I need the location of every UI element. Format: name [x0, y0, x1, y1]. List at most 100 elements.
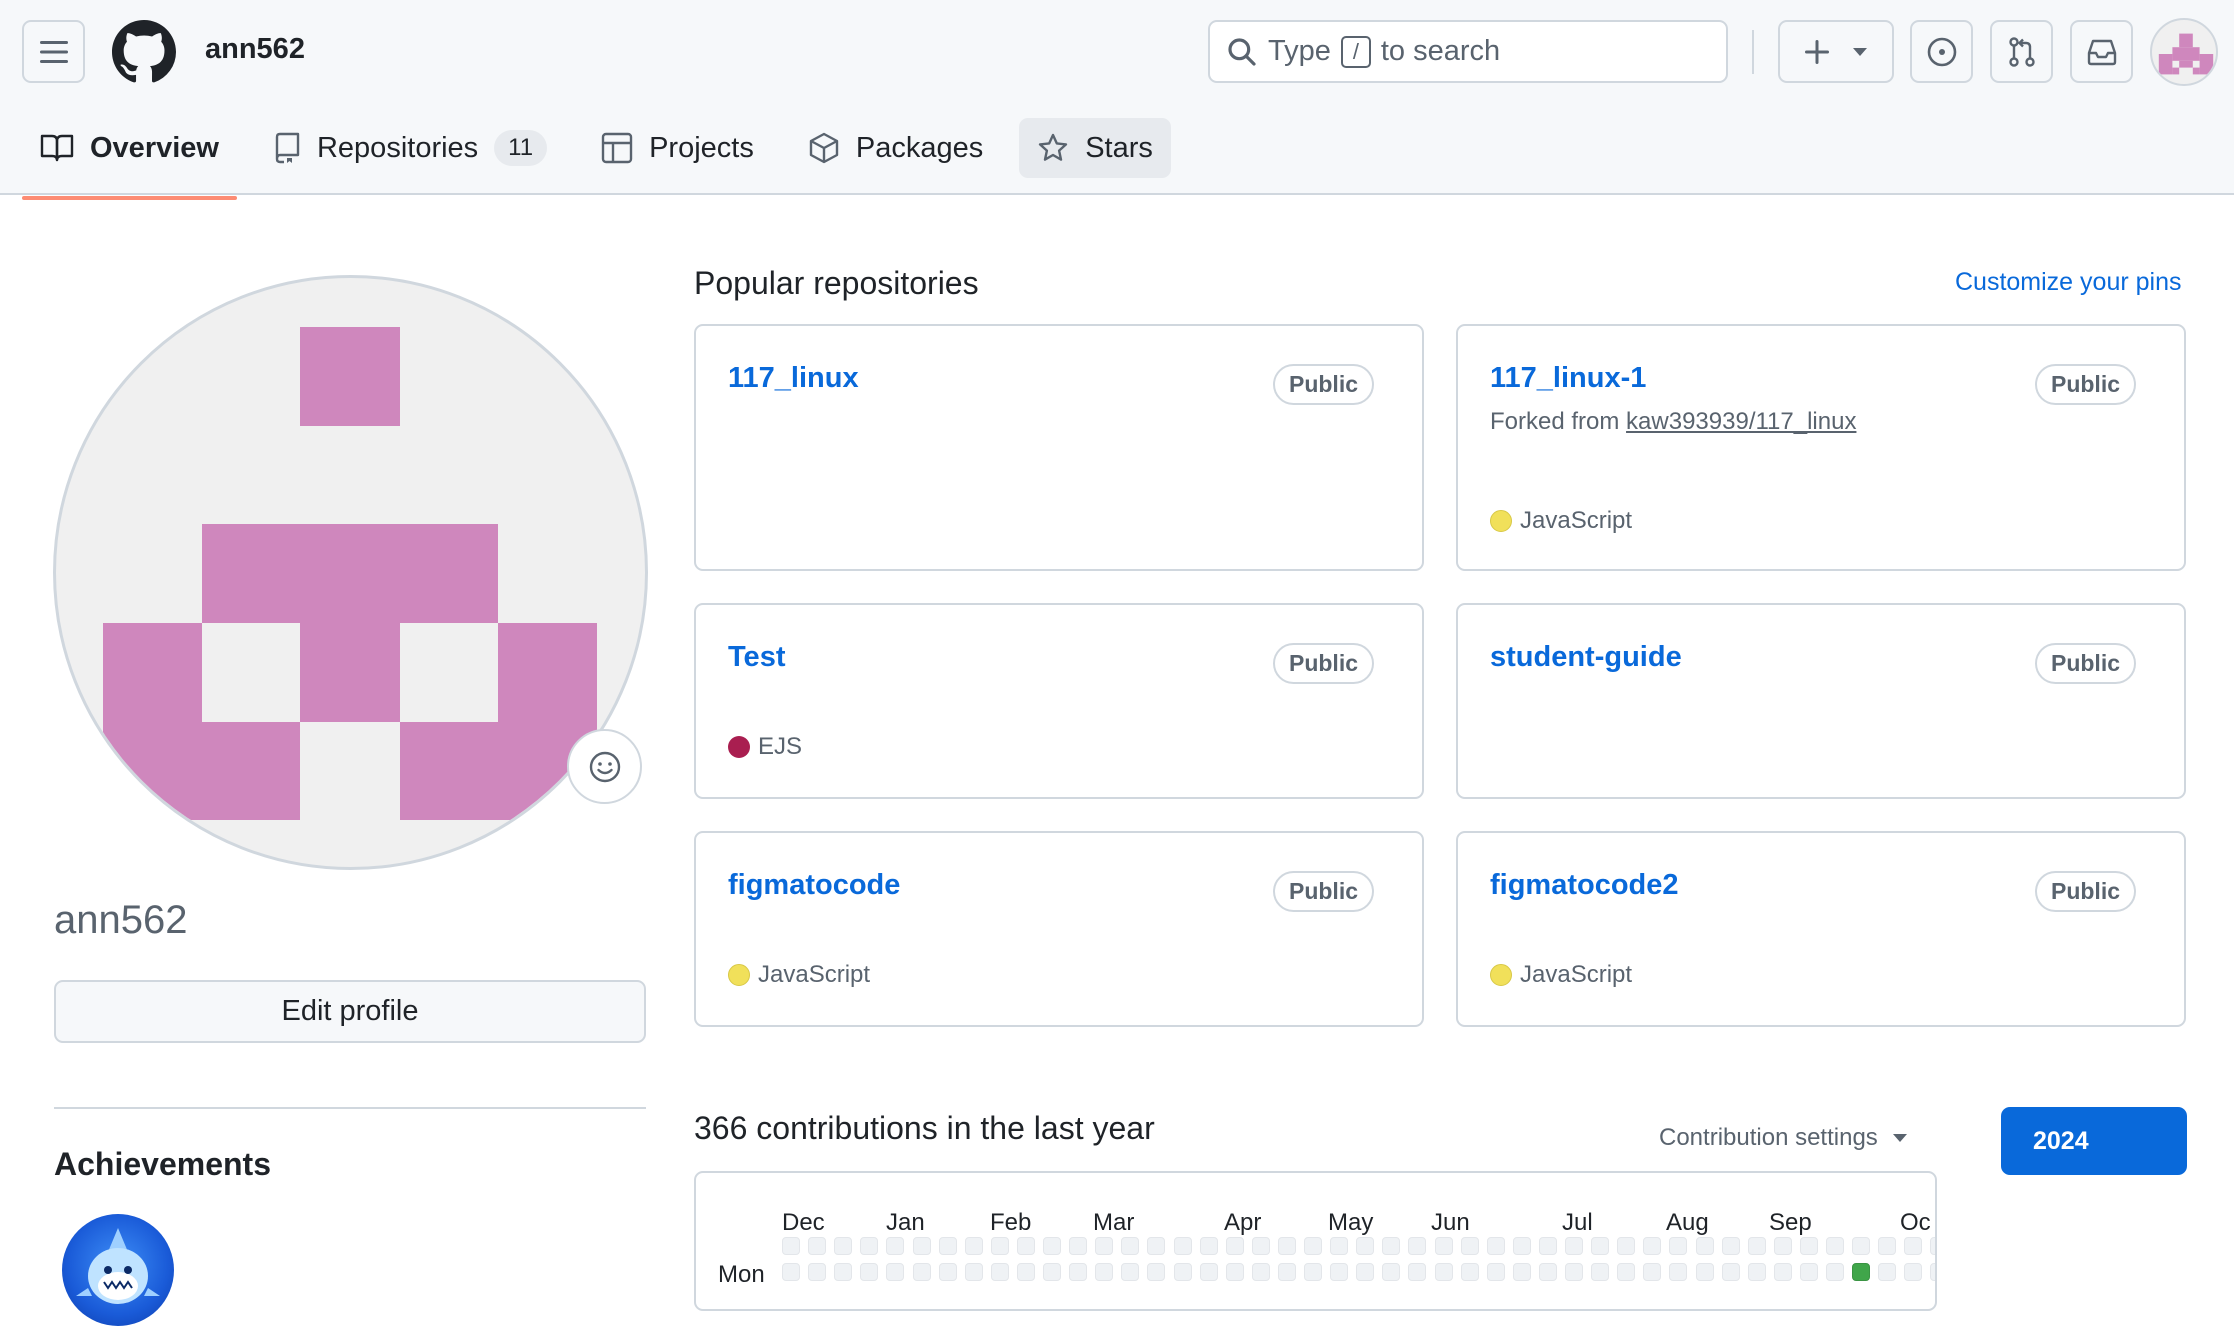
contribution-day[interactable]	[1930, 1237, 1935, 1255]
achievement-badge[interactable]	[62, 1214, 174, 1326]
contribution-day[interactable]	[1069, 1237, 1088, 1255]
contribution-day[interactable]	[1904, 1263, 1923, 1281]
contribution-day[interactable]	[782, 1237, 800, 1255]
contribution-day[interactable]	[1643, 1237, 1662, 1255]
contribution-day[interactable]	[1043, 1263, 1061, 1281]
repo-link[interactable]: figmatocode2	[1490, 869, 1679, 902]
contribution-day[interactable]	[1016, 1237, 1035, 1255]
contribution-day[interactable]	[782, 1263, 800, 1281]
tab-overview[interactable]: Overview	[22, 118, 237, 200]
contribution-day[interactable]	[1852, 1237, 1871, 1255]
contribution-day[interactable]	[1826, 1263, 1844, 1281]
contribution-day[interactable]	[1538, 1263, 1557, 1281]
contribution-day[interactable]	[1147, 1263, 1166, 1281]
issues-button[interactable]	[1910, 20, 1973, 83]
contribution-day[interactable]	[912, 1263, 931, 1281]
avatar[interactable]	[2150, 18, 2218, 86]
contribution-day[interactable]	[1225, 1237, 1244, 1255]
create-new-button[interactable]	[1778, 20, 1894, 83]
contribution-day[interactable]	[1669, 1237, 1688, 1255]
contribution-day[interactable]	[1147, 1237, 1166, 1255]
contribution-day[interactable]	[1512, 1263, 1531, 1281]
contribution-day[interactable]	[1277, 1263, 1296, 1281]
contribution-day[interactable]	[1565, 1237, 1583, 1255]
contribution-day[interactable]	[1199, 1263, 1218, 1281]
contribution-day[interactable]	[1173, 1237, 1192, 1255]
repo-link[interactable]: 117_linux-1	[1490, 362, 1646, 395]
contribution-day[interactable]	[1930, 1263, 1935, 1281]
contribution-day[interactable]	[1356, 1263, 1375, 1281]
search-input[interactable]: Type / to search	[1208, 20, 1728, 83]
contribution-day[interactable]	[1016, 1263, 1035, 1281]
contribution-day[interactable]	[1826, 1237, 1844, 1255]
edit-profile-button[interactable]: Edit profile	[54, 980, 646, 1043]
contribution-day[interactable]	[1330, 1237, 1349, 1255]
contribution-day[interactable]	[1799, 1263, 1818, 1281]
contribution-day[interactable]	[1434, 1263, 1453, 1281]
contribution-day[interactable]	[1277, 1237, 1296, 1255]
contribution-day[interactable]	[886, 1237, 905, 1255]
contribution-day[interactable]	[886, 1263, 905, 1281]
contribution-day[interactable]	[1617, 1237, 1636, 1255]
contribution-day[interactable]	[1695, 1263, 1714, 1281]
contribution-day[interactable]	[808, 1263, 827, 1281]
contribution-day[interactable]	[1565, 1263, 1583, 1281]
contribution-settings-dropdown[interactable]: Contribution settings	[1659, 1124, 1908, 1152]
contribution-day[interactable]	[1199, 1237, 1218, 1255]
contribution-day[interactable]	[1512, 1237, 1531, 1255]
contribution-day[interactable]	[1721, 1263, 1740, 1281]
achievements-heading[interactable]: Achievements	[54, 1146, 271, 1183]
contribution-day[interactable]	[1460, 1263, 1479, 1281]
contribution-day[interactable]	[1095, 1263, 1114, 1281]
fork-source-link[interactable]: kaw393939/117_linux	[1626, 408, 1856, 435]
menu-button[interactable]	[22, 20, 85, 83]
contribution-day[interactable]	[1799, 1237, 1818, 1255]
set-status-button[interactable]	[567, 729, 642, 804]
contribution-day[interactable]	[1460, 1237, 1479, 1255]
contribution-day[interactable]	[1408, 1263, 1427, 1281]
contribution-day[interactable]	[1382, 1263, 1401, 1281]
tab-stars[interactable]: Stars	[1019, 118, 1171, 178]
contribution-day[interactable]	[1669, 1263, 1688, 1281]
contribution-day[interactable]	[990, 1237, 1009, 1255]
contribution-day[interactable]	[1304, 1263, 1322, 1281]
github-logo-icon[interactable]	[112, 20, 176, 84]
contribution-day[interactable]	[1773, 1237, 1792, 1255]
header-username[interactable]: ann562	[205, 33, 305, 66]
contribution-day[interactable]	[1617, 1263, 1636, 1281]
contribution-day[interactable]	[1538, 1237, 1557, 1255]
contribution-day[interactable]	[860, 1263, 879, 1281]
tab-packages[interactable]: Packages	[790, 118, 1001, 178]
contribution-day[interactable]	[990, 1263, 1009, 1281]
contribution-day[interactable]	[1773, 1263, 1792, 1281]
repo-link[interactable]: figmatocode	[728, 869, 900, 902]
contribution-day[interactable]	[1356, 1237, 1375, 1255]
contribution-day[interactable]	[1878, 1263, 1897, 1281]
repo-link[interactable]: 117_linux	[728, 362, 859, 395]
contribution-day[interactable]	[1486, 1263, 1505, 1281]
contribution-day[interactable]	[1643, 1263, 1662, 1281]
tab-projects[interactable]: Projects	[583, 118, 772, 178]
contribution-day[interactable]	[938, 1263, 957, 1281]
contribution-day[interactable]	[1486, 1237, 1505, 1255]
contribution-day[interactable]	[964, 1237, 983, 1255]
contribution-day[interactable]	[1904, 1237, 1923, 1255]
contribution-day[interactable]	[860, 1237, 879, 1255]
contribution-day[interactable]	[1747, 1263, 1766, 1281]
contribution-day[interactable]	[1434, 1237, 1453, 1255]
contribution-day[interactable]	[1225, 1263, 1244, 1281]
contribution-day[interactable]	[1043, 1237, 1061, 1255]
contribution-day[interactable]	[834, 1237, 853, 1255]
contribution-day[interactable]	[808, 1237, 827, 1255]
profile-avatar[interactable]	[53, 275, 648, 870]
contribution-day[interactable]	[1852, 1263, 1871, 1281]
contribution-day[interactable]	[1069, 1263, 1088, 1281]
tab-repositories[interactable]: Repositories 11	[255, 118, 565, 178]
contribution-day[interactable]	[1591, 1237, 1610, 1255]
year-2024-button[interactable]: 2024	[2001, 1107, 2187, 1175]
contribution-day[interactable]	[1747, 1237, 1766, 1255]
contribution-day[interactable]	[938, 1237, 957, 1255]
contribution-day[interactable]	[912, 1237, 931, 1255]
contribution-day[interactable]	[1330, 1263, 1349, 1281]
contribution-day[interactable]	[1095, 1237, 1114, 1255]
